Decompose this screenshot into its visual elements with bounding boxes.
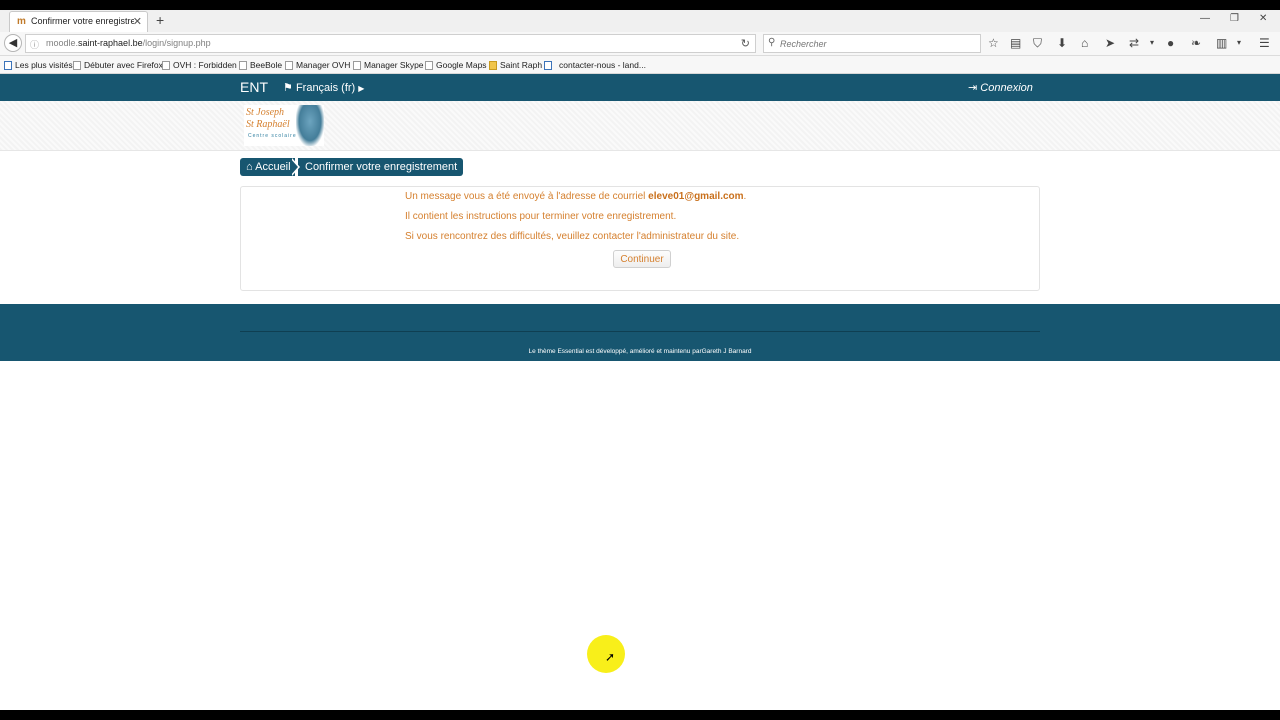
breadcrumb-current: Confirmer votre enregistrement: [298, 158, 463, 176]
logo-line2: St Raphaël: [246, 119, 290, 130]
language-label: Français (fr): [295, 82, 356, 94]
minimize-button[interactable]: —: [1200, 13, 1210, 24]
home-icon: ⌂: [246, 161, 253, 173]
search-icon: ⚲: [768, 37, 776, 48]
bookmark-label: Google Maps: [436, 60, 487, 70]
bookmark-item[interactable]: OVH : Forbidden: [162, 58, 237, 72]
mouse-cursor-icon: ➚: [605, 650, 616, 664]
logo-line1: St Joseph: [246, 107, 285, 118]
login-link[interactable]: ⇥ Connexion: [968, 81, 1033, 94]
clipboard-icon[interactable]: ▥: [1216, 36, 1227, 50]
folder-icon: [489, 61, 497, 71]
tab-strip: m Confirmer votre enregistre... ✕ + — ❐ …: [0, 10, 1280, 32]
page-icon: [73, 61, 81, 71]
moodle-favicon-icon: m: [17, 16, 26, 27]
bookmark-label: BeeBole: [250, 60, 283, 70]
message-line-1: Un message vous a été envoyé à l'adresse…: [405, 191, 746, 202]
url-text[interactable]: moodle.saint-raphael.be/login/signup.php: [46, 38, 211, 48]
bookmark-item[interactable]: Les plus visités: [4, 58, 73, 72]
reading-list-icon[interactable]: ▤: [1010, 36, 1021, 50]
url-host: saint-raphael.be: [78, 38, 143, 48]
page-icon: [353, 61, 361, 71]
home-icon[interactable]: ⌂: [1081, 36, 1088, 50]
search-input[interactable]: [780, 35, 975, 52]
message-suffix: .: [743, 191, 747, 202]
site-logo[interactable]: St Joseph St Raphaël Centre scolaire: [244, 105, 324, 146]
bookmark-label: Manager Skype: [364, 60, 424, 70]
bookmark-item[interactable]: Débuter avec Firefox: [73, 58, 163, 72]
flag-icon: ⚑: [283, 82, 293, 94]
navigation-toolbar: ◀ ⓘ moodle.saint-raphael.be/login/signup…: [0, 32, 1280, 56]
breadcrumb-home-label: Accueil: [255, 161, 291, 173]
download-icon[interactable]: ⬇: [1057, 36, 1067, 50]
close-tab-icon[interactable]: ✕: [133, 15, 142, 28]
bookmark-label: contacter-nous - land...: [559, 60, 646, 70]
bookmark-item[interactable]: contacter-nous - land...: [544, 58, 646, 72]
bookmark-item[interactable]: BeeBole: [239, 58, 282, 72]
site-navbar: ENT ⚑ Français (fr) ▶ ⇥ Connexion: [0, 74, 1280, 101]
menu-hamburger-icon[interactable]: ☰: [1259, 36, 1270, 50]
message-line-2: Il contient les instructions pour termin…: [405, 211, 677, 222]
email-address: eleve01@gmail.com: [648, 191, 744, 202]
browser-window: m Confirmer votre enregistre... ✕ + — ❐ …: [0, 10, 1280, 710]
continue-button[interactable]: Continuer: [613, 250, 671, 268]
bookmark-label: OVH : Forbidden: [173, 60, 237, 70]
pocket-icon[interactable]: ⛉: [1033, 36, 1042, 50]
bookmark-item[interactable]: Saint Raph: [489, 58, 542, 72]
page-icon: [162, 61, 170, 71]
site-footer: Le thème Essential est développé, amélio…: [0, 304, 1280, 361]
breadcrumb-home[interactable]: ⌂ Accueil: [240, 158, 295, 176]
bookmark-item[interactable]: Google Maps: [425, 58, 487, 72]
bookmark-label: Les plus visités: [15, 60, 73, 70]
language-menu[interactable]: ⚑ Français (fr) ▶: [283, 81, 364, 94]
send-icon[interactable]: ➤: [1105, 36, 1115, 50]
new-tab-button[interactable]: +: [156, 12, 164, 28]
reload-icon[interactable]: ↻: [741, 37, 750, 50]
logo-portrait: [296, 105, 324, 146]
footer-credit: Le thème Essential est développé, amélio…: [528, 348, 752, 355]
caret-right-icon: ▶: [358, 84, 365, 93]
search-bar[interactable]: ⚲: [763, 34, 981, 53]
page-icon: [425, 61, 433, 71]
chat-icon[interactable]: ●: [1167, 36, 1174, 50]
breadcrumb-separator-fill: [290, 158, 298, 176]
bookmark-label: Saint Raph: [500, 60, 543, 70]
restore-button[interactable]: ❐: [1230, 13, 1239, 24]
address-bar[interactable]: ⓘ moodle.saint-raphael.be/login/signup.p…: [25, 34, 756, 53]
logo-line3: Centre scolaire: [248, 133, 297, 139]
message-prefix: Un message vous a été envoyé à l'adresse…: [405, 191, 646, 202]
site-header: St Joseph St Raphaël Centre scolaire: [0, 101, 1280, 151]
sign-in-icon: ⇥: [968, 82, 978, 94]
footer-divider: [240, 331, 1040, 332]
url-prefix: moodle.: [46, 38, 79, 48]
confirmation-box: Un message vous a été envoyé à l'adresse…: [240, 186, 1040, 291]
bookmark-item[interactable]: Manager OVH: [285, 58, 350, 72]
page-icon: [544, 61, 552, 71]
extension-icon[interactable]: ⇄: [1129, 36, 1139, 50]
bookmark-label: Débuter avec Firefox: [84, 60, 163, 70]
bookmark-folder-icon: [4, 61, 12, 71]
site-brand-link[interactable]: ENT: [240, 79, 268, 95]
page-icon: [285, 61, 293, 71]
site-info-icon[interactable]: ⓘ: [30, 38, 39, 51]
back-button[interactable]: ◀: [4, 34, 22, 52]
page-icon: [239, 61, 247, 71]
login-label: Connexion: [980, 82, 1033, 94]
tab-title: Confirmer votre enregistre...: [31, 16, 134, 26]
clipboard-dropdown-icon[interactable]: ▾: [1237, 36, 1241, 50]
extension-dropdown-icon[interactable]: ▾: [1150, 36, 1154, 50]
message-line-3: Si vous rencontrez des difficultés, veui…: [405, 231, 740, 242]
browser-tab[interactable]: m Confirmer votre enregistre... ✕: [9, 11, 148, 32]
bookmarks-toolbar: Les plus visités Débuter avec Firefox OV…: [0, 56, 1280, 74]
bookmark-label: Manager OVH: [296, 60, 351, 70]
close-window-button[interactable]: ✕: [1259, 13, 1267, 24]
addon-icon[interactable]: ❧: [1191, 36, 1201, 50]
bookmark-star-icon[interactable]: ☆: [988, 36, 999, 50]
bookmark-item[interactable]: Manager Skype: [353, 58, 424, 72]
url-path: /login/signup.php: [142, 38, 211, 48]
